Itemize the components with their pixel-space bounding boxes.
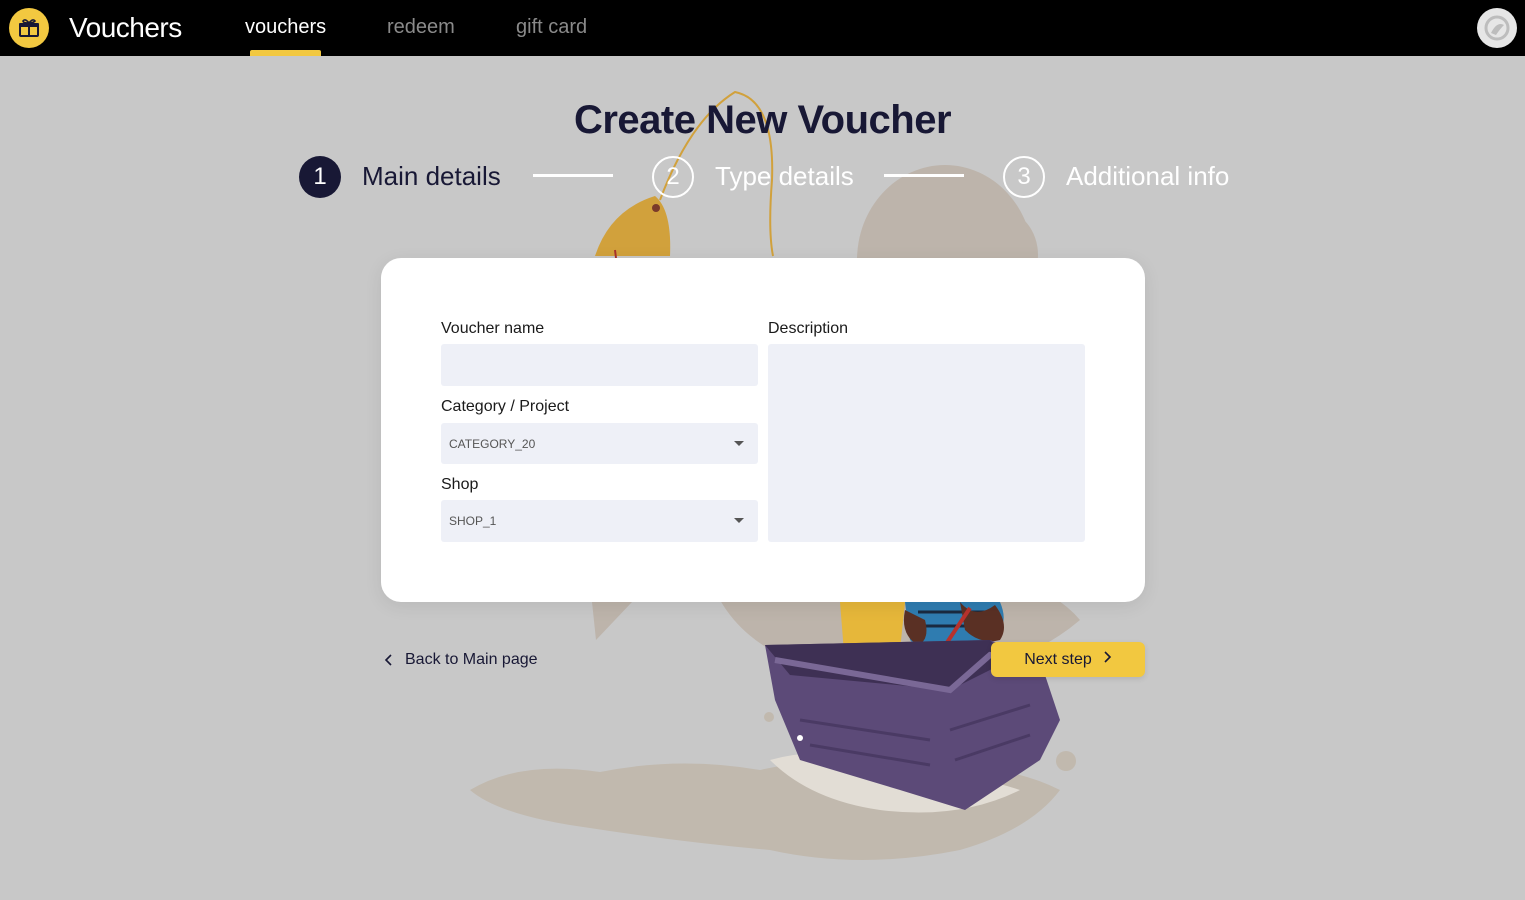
category-selected-value: CATEGORY_20 [449,436,536,451]
page-title: Create New Voucher [573,98,952,142]
step-1-indicator: 1 [299,156,341,198]
step-1-label: Main details [362,161,501,191]
category-select[interactable]: CATEGORY_20 [441,423,758,464]
description-label: Description [768,320,849,337]
step-3-indicator: 3 [1003,156,1045,198]
voucher-form-card: Voucher name Category / Project CATEGORY… [381,258,1145,602]
next-step-label: Next step [1024,650,1092,668]
voucher-name-label: Voucher name [441,320,545,337]
shop-selected-value: SHOP_1 [449,514,497,528]
gift-box-icon[interactable] [9,8,49,48]
chevron-down-icon [734,441,744,446]
tab-gift-card[interactable]: gift card [516,16,587,39]
category-label: Category / Project [441,398,570,415]
step-2-label: Type details [715,161,854,191]
back-to-main-link[interactable]: Back to Main page [383,648,538,672]
chevron-down-icon [734,518,744,523]
shop-label: Shop [441,476,479,493]
step-3-label: Additional info [1066,161,1230,191]
description-textarea[interactable] [768,344,1085,542]
tab-redeem[interactable]: redeem [387,16,455,39]
chevron-left-icon [383,649,405,671]
user-avatar-icon[interactable] [1477,8,1517,48]
active-tab-indicator [250,50,321,56]
step-connector [533,174,613,177]
voucher-name-input[interactable] [441,344,758,386]
top-navigation-bar: Vouchers vouchers redeem gift card [0,0,1525,56]
shop-select[interactable]: SHOP_1 [441,500,758,542]
tab-vouchers[interactable]: vouchers [245,16,326,39]
next-step-button[interactable]: Next step [991,642,1145,677]
app-title: Vouchers [69,12,182,43]
back-link-label: Back to Main page [405,651,538,668]
step-2-indicator: 2 [652,156,694,198]
chevron-right-icon [1102,650,1112,669]
step-connector [884,174,964,177]
